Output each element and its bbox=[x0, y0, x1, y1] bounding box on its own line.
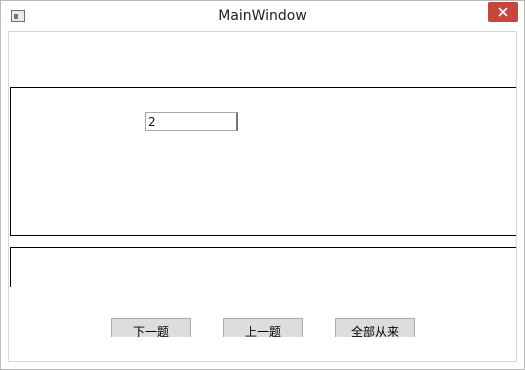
close-button[interactable] bbox=[488, 2, 518, 22]
previous-question-button[interactable]: 上一题 bbox=[223, 318, 303, 337]
close-icon bbox=[498, 7, 508, 17]
restart-all-button[interactable]: 全部从来 bbox=[335, 318, 415, 337]
question-panel bbox=[10, 87, 516, 236]
next-question-button[interactable]: 下一题 bbox=[111, 318, 191, 337]
result-panel bbox=[10, 247, 516, 287]
window-title: MainWindow bbox=[218, 8, 307, 24]
title-bar[interactable]: MainWindow bbox=[1, 1, 524, 31]
window-content: 下一题 上一题 全部从来 bbox=[8, 31, 517, 362]
main-window: MainWindow 下一题 上一题 全部从来 bbox=[0, 0, 525, 370]
answer-input[interactable] bbox=[145, 112, 238, 131]
